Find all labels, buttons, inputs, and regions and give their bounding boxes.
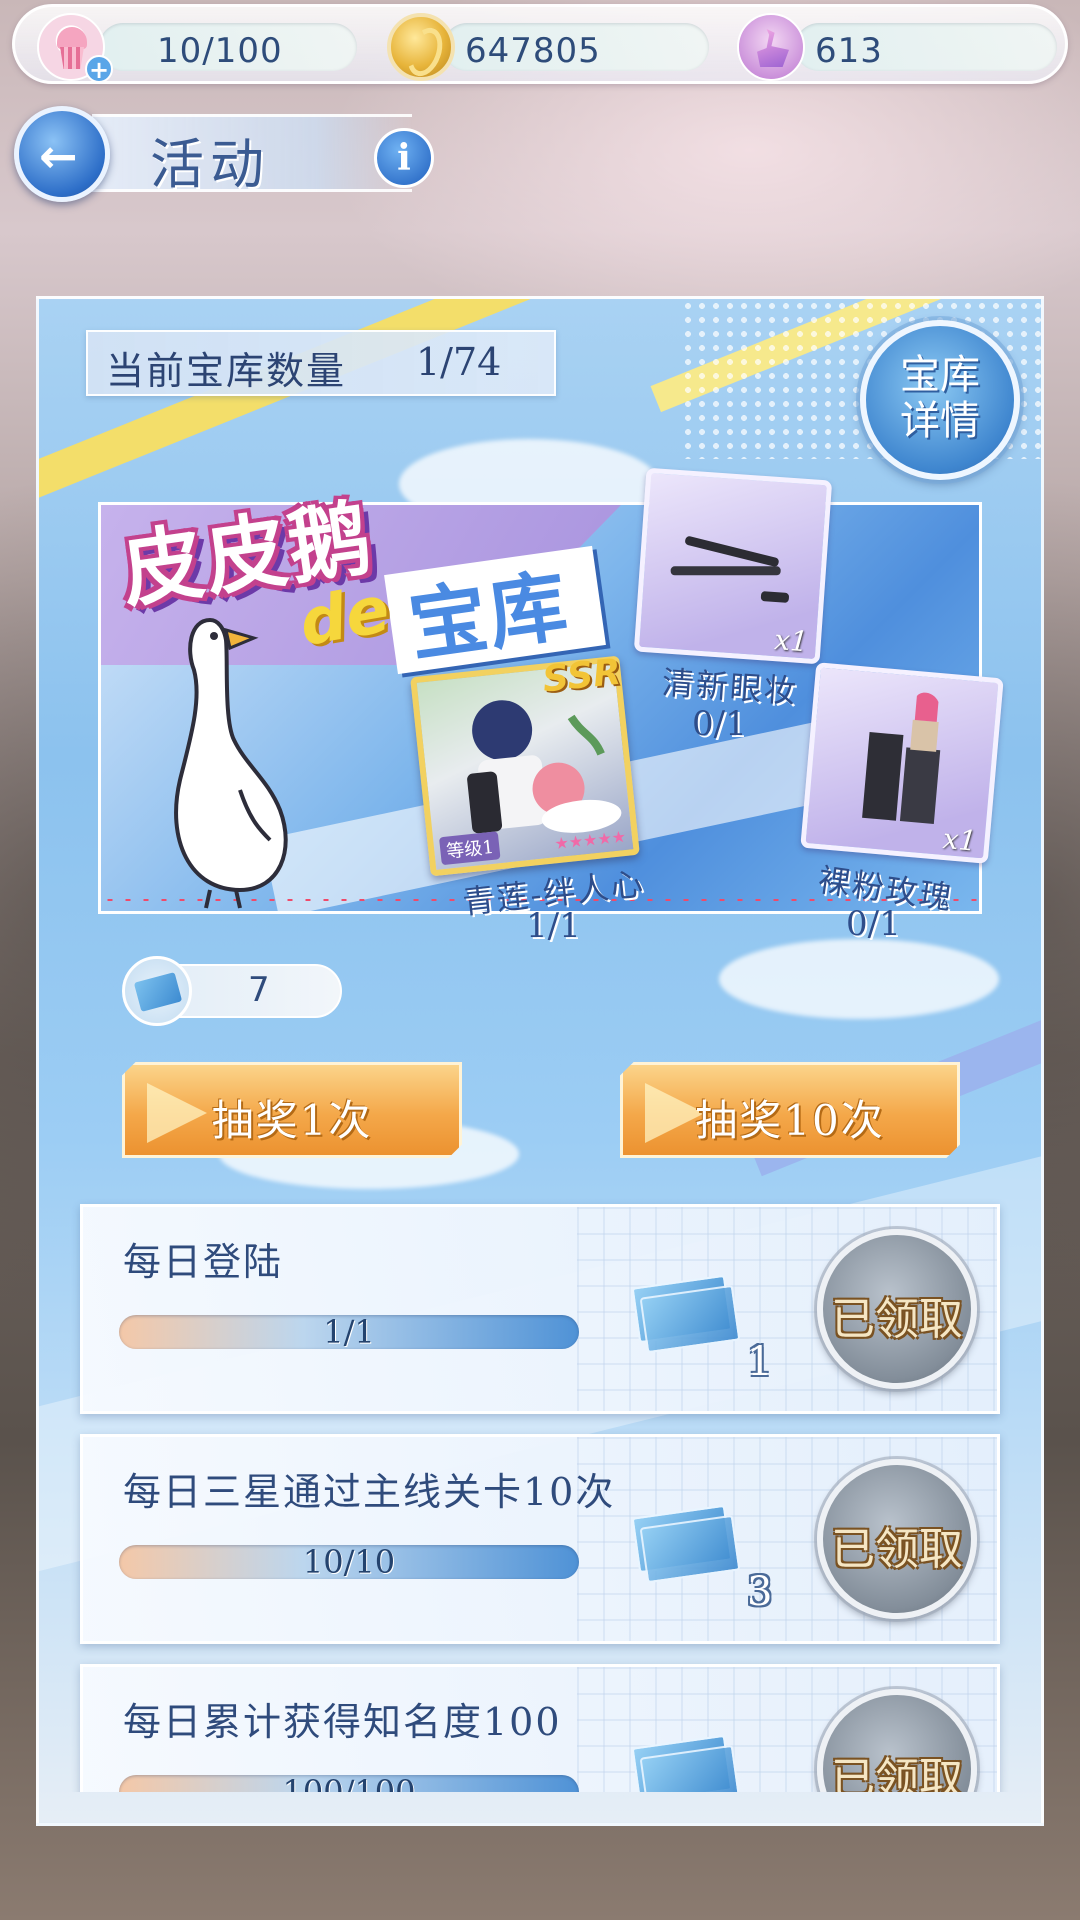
ticket-count: 7 bbox=[248, 970, 270, 1010]
item-card-character[interactable]: SSR 等级1 ★★★★★ bbox=[410, 652, 640, 877]
gold-value: 647805 bbox=[465, 31, 601, 71]
item-card-lipstick[interactable]: x1 bbox=[800, 662, 1004, 864]
banner-logo-vault: 宝库 bbox=[403, 560, 575, 673]
claimed-button[interactable]: 已领取 bbox=[817, 1459, 977, 1619]
draw-once-label: 抽奖1次 bbox=[211, 1096, 373, 1145]
swan-gem-icon bbox=[737, 13, 805, 81]
goose-icon bbox=[174, 617, 288, 909]
task-progress-bar: 100/100 bbox=[119, 1775, 579, 1792]
resource-bar: 10/100 647805 613 + bbox=[12, 4, 1068, 84]
diamond-counter: 613 bbox=[795, 23, 1057, 71]
claimed-button[interactable]: 已领取 bbox=[817, 1689, 977, 1792]
item-quantity: x1 bbox=[773, 623, 810, 659]
banner-logo-de: de bbox=[294, 572, 395, 662]
ticket-reward-icon bbox=[631, 1274, 745, 1354]
item-card-eyeliner[interactable]: x1 bbox=[633, 467, 833, 665]
task-progress-text: 10/10 bbox=[302, 1543, 396, 1581]
vault-count-label: 当前宝库数量 bbox=[106, 349, 347, 393]
claimed-label: 已领取 bbox=[831, 1754, 963, 1792]
item-progress: 0/1 bbox=[846, 904, 901, 944]
page-title: 活动 bbox=[150, 133, 270, 196]
lottery-ticket-icon bbox=[122, 956, 192, 1026]
task-progress-text: 100/100 bbox=[282, 1773, 416, 1792]
task-list[interactable]: 每日登陆 1/1 1 已领取 每日三星通过主线关卡10次 10/10 3 已领取… bbox=[36, 1196, 1044, 1792]
back-button[interactable]: ← bbox=[14, 106, 110, 202]
draw-ten-label: 抽奖10次 bbox=[695, 1096, 885, 1145]
gold-counter: 647805 bbox=[443, 23, 709, 71]
item-rarity: SSR bbox=[540, 651, 623, 701]
vault-detail-button[interactable]: 宝库 详情 bbox=[860, 320, 1020, 480]
reward-quantity: 3 bbox=[747, 1569, 773, 1615]
task-row: 每日累计获得知名度100 100/100 已领取 bbox=[80, 1664, 1000, 1792]
task-progress-bar: 1/1 bbox=[119, 1315, 579, 1349]
task-progress-text: 1/1 bbox=[323, 1313, 375, 1351]
draw-ten-button[interactable]: 抽奖10次 bbox=[620, 1062, 960, 1158]
item-progress: 1/1 bbox=[526, 906, 581, 946]
cloud-decor bbox=[719, 939, 999, 1019]
claimed-button[interactable]: 已领取 bbox=[817, 1229, 977, 1389]
item-quantity: x1 bbox=[941, 821, 978, 858]
item-progress: 0/1 bbox=[692, 704, 747, 744]
stamina-counter: 10/100 bbox=[99, 23, 357, 71]
task-title: 每日三星通过主线关卡10次 bbox=[123, 1470, 616, 1514]
claimed-label: 已领取 bbox=[831, 1294, 963, 1345]
back-arrow-icon: ← bbox=[39, 129, 78, 183]
add-stamina-icon[interactable]: + bbox=[85, 55, 113, 83]
task-progress-bar: 10/10 bbox=[119, 1545, 579, 1579]
task-title: 每日登陆 bbox=[123, 1240, 284, 1284]
vault-detail-label: 宝库 详情 bbox=[900, 352, 980, 444]
info-button[interactable]: i bbox=[374, 128, 434, 188]
task-row: 每日登陆 1/1 1 已领取 bbox=[80, 1204, 1000, 1414]
info-icon: i bbox=[397, 137, 411, 179]
reward-quantity: 1 bbox=[747, 1339, 773, 1385]
lipstick-icon bbox=[862, 692, 941, 825]
draw-once-button[interactable]: 抽奖1次 bbox=[122, 1062, 462, 1158]
ticket-reward-icon bbox=[631, 1734, 745, 1792]
task-title: 每日累计获得知名度100 bbox=[123, 1700, 562, 1744]
ticket-reward-icon bbox=[631, 1504, 745, 1584]
claimed-label: 已领取 bbox=[831, 1524, 963, 1575]
eyeliner-icon bbox=[670, 536, 789, 603]
task-row: 每日三星通过主线关卡10次 10/10 3 已领取 bbox=[80, 1434, 1000, 1644]
vault-count-value: 1/74 bbox=[416, 340, 502, 384]
stamina-value: 10/100 bbox=[157, 31, 283, 71]
diamond-value: 613 bbox=[815, 31, 883, 71]
gold-coin-icon bbox=[387, 13, 455, 81]
